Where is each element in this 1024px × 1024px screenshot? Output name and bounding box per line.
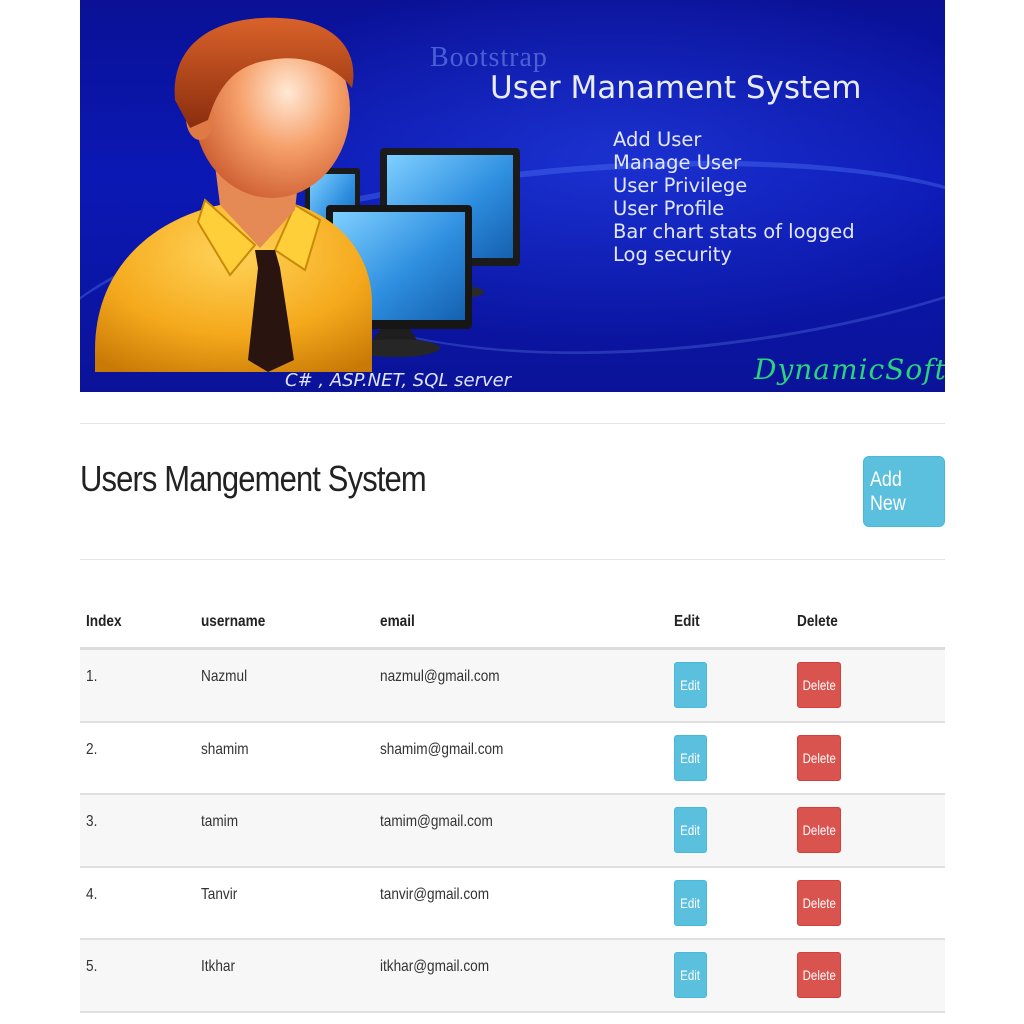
cell-delete: Delete bbox=[791, 721, 945, 795]
page-title: Users Mangement System bbox=[80, 458, 427, 499]
cell-edit: Edit bbox=[668, 794, 791, 868]
banner-feature: Log security bbox=[613, 243, 732, 266]
table-row: 1. Nazmul nazmul@gmail.com Edit Delete bbox=[80, 648, 945, 723]
delete-button[interactable]: Delete bbox=[797, 662, 841, 709]
edit-button[interactable]: Edit bbox=[674, 879, 707, 926]
cell-email: tamim@gmail.com bbox=[374, 794, 668, 868]
cell-edit: Edit bbox=[668, 866, 791, 940]
banner-feature: User Privilege bbox=[613, 174, 748, 197]
banner-feature: Bar chart stats of logged bbox=[613, 220, 855, 243]
cell-username: Itkhar bbox=[195, 939, 374, 1013]
cell-index: 2. bbox=[80, 721, 195, 795]
cell-delete: Delete bbox=[791, 939, 945, 1013]
edit-button[interactable]: Edit bbox=[674, 807, 707, 854]
banner-title: User Manament System bbox=[490, 70, 862, 106]
cell-index: 5. bbox=[80, 939, 195, 1013]
banner-feature-list: Add User Manage User User Privilege User… bbox=[613, 128, 855, 266]
column-header-delete: Delete bbox=[791, 597, 945, 650]
delete-button[interactable]: Delete bbox=[797, 734, 841, 781]
cell-index: 1. bbox=[80, 648, 195, 723]
table-row: 4. Tanvir tanvir@gmail.com Edit Delete bbox=[80, 866, 945, 940]
banner-brand-logo: DynamicSoft bbox=[754, 353, 945, 386]
cell-username: Nazmul bbox=[195, 648, 374, 723]
banner-tech-stack: C# , ASP.NET, SQL server bbox=[285, 370, 512, 391]
table-row: 3. tamim tamim@gmail.com Edit Delete bbox=[80, 794, 945, 868]
delete-button[interactable]: Delete bbox=[797, 879, 841, 926]
table-row: 5. Itkhar itkhar@gmail.com Edit Delete bbox=[80, 939, 945, 1013]
column-header-index: Index bbox=[80, 597, 195, 650]
cell-delete: Delete bbox=[791, 648, 945, 723]
edit-button[interactable]: Edit bbox=[674, 734, 707, 781]
cell-email: tanvir@gmail.com bbox=[374, 866, 668, 940]
cell-index: 4. bbox=[80, 866, 195, 940]
column-header-edit: Edit bbox=[668, 597, 791, 650]
add-new-label: Add New bbox=[870, 467, 906, 515]
cell-email: nazmul@gmail.com bbox=[374, 648, 668, 723]
cell-index: 3. bbox=[80, 794, 195, 868]
edit-button[interactable]: Edit bbox=[674, 952, 707, 999]
cell-username: Tanvir bbox=[195, 866, 374, 940]
banner-feature: User Profile bbox=[613, 197, 725, 220]
table-header-row: Index username email Edit Delete bbox=[80, 597, 945, 650]
cell-edit: Edit bbox=[668, 648, 791, 723]
cell-email: itkhar@gmail.com bbox=[374, 939, 668, 1013]
users-table: Index username email Edit Delete 1. Nazm… bbox=[80, 597, 945, 1013]
banner-feature: Manage User bbox=[613, 151, 742, 174]
column-header-email: email bbox=[374, 597, 668, 650]
cell-username: shamim bbox=[195, 721, 374, 795]
delete-button[interactable]: Delete bbox=[797, 952, 841, 999]
cell-delete: Delete bbox=[791, 794, 945, 868]
cell-edit: Edit bbox=[668, 939, 791, 1013]
cell-email: shamim@gmail.com bbox=[374, 721, 668, 795]
add-new-button[interactable]: Add New bbox=[863, 456, 945, 527]
delete-button[interactable]: Delete bbox=[797, 807, 841, 854]
banner-image: Bootstrap User Manament System Add User … bbox=[80, 0, 945, 392]
edit-button[interactable]: Edit bbox=[674, 662, 707, 709]
cell-username: tamim bbox=[195, 794, 374, 868]
divider bbox=[80, 559, 945, 560]
column-header-username: username bbox=[195, 597, 374, 650]
banner-feature: Add User bbox=[613, 128, 702, 151]
cell-delete: Delete bbox=[791, 866, 945, 940]
cell-edit: Edit bbox=[668, 721, 791, 795]
divider bbox=[80, 423, 945, 424]
table-row: 2. shamim shamim@gmail.com Edit Delete bbox=[80, 721, 945, 795]
